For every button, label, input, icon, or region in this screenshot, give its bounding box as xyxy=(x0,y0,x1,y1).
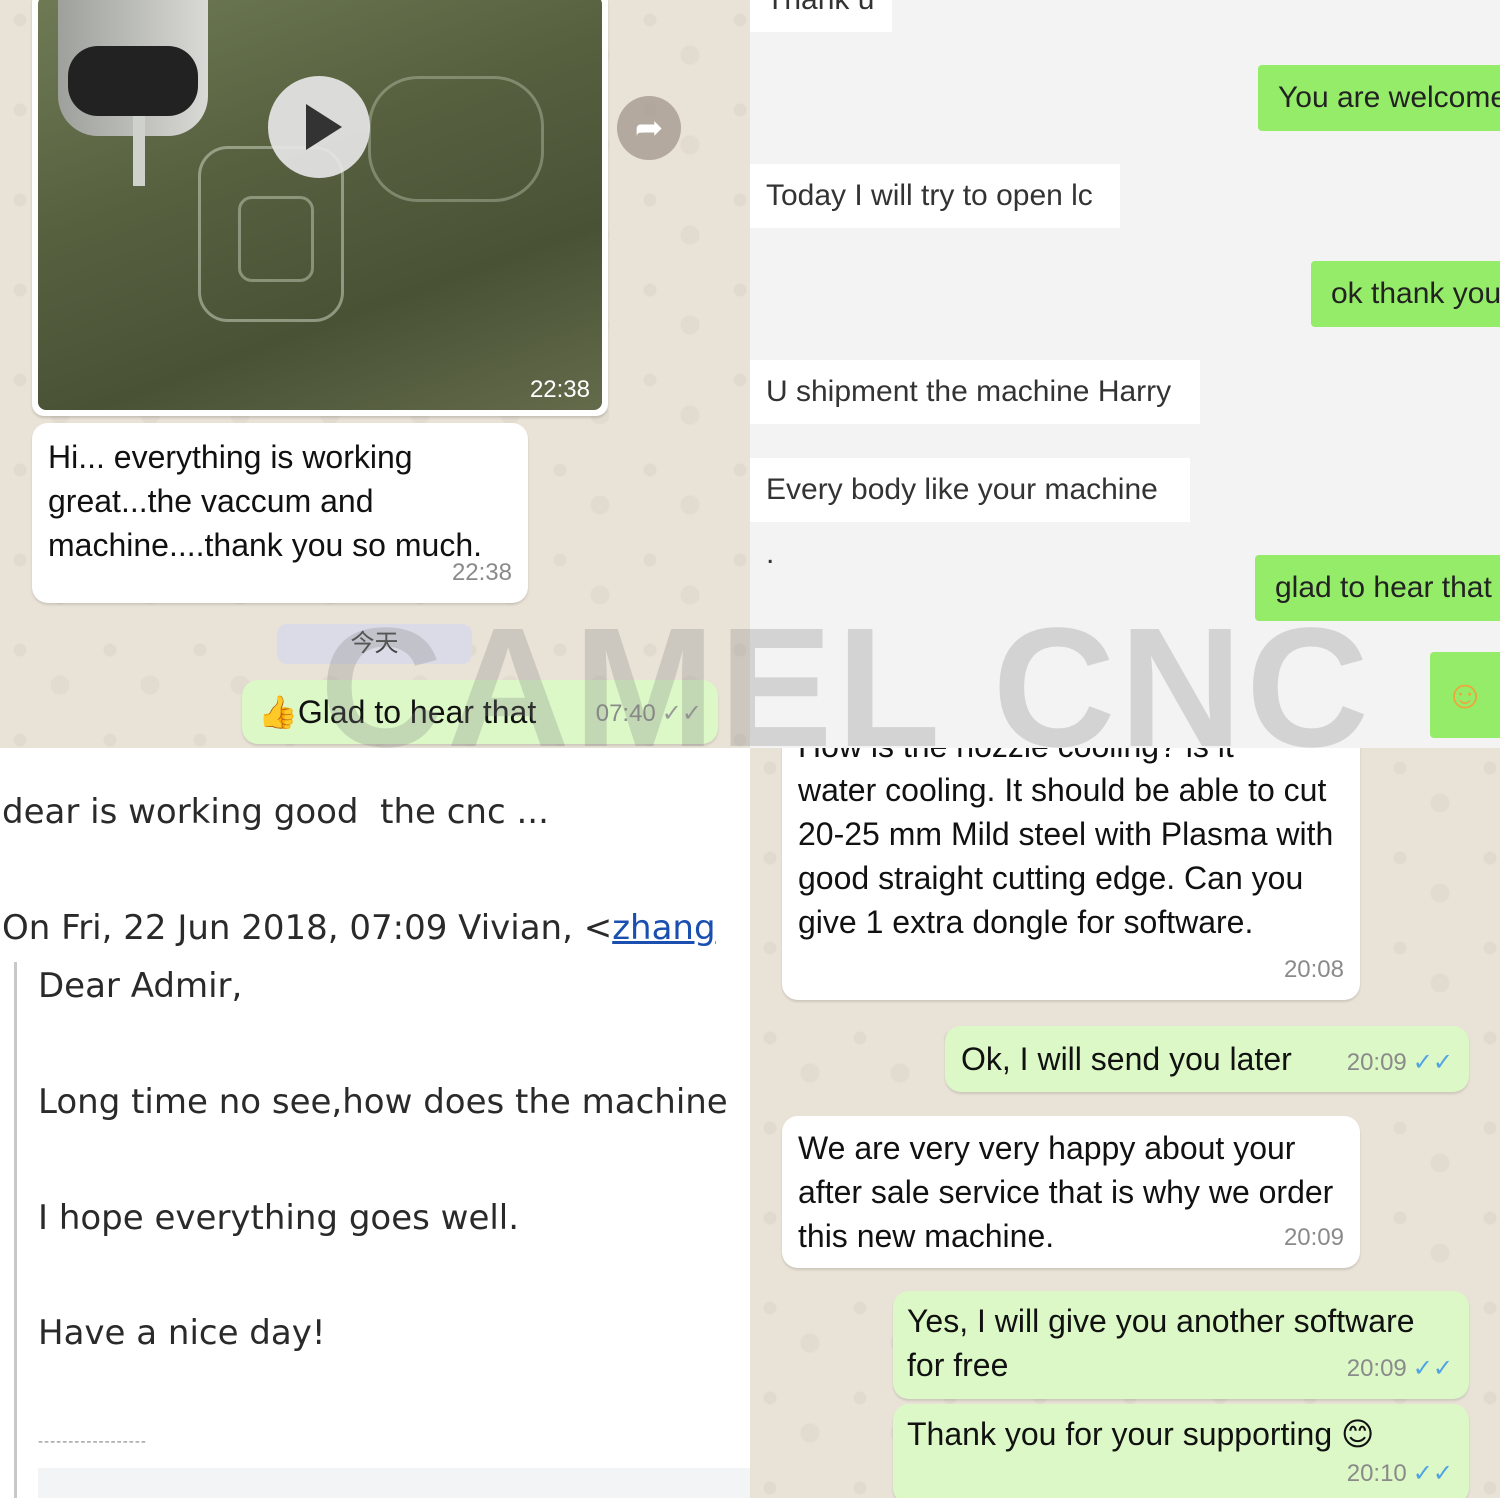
signature-block xyxy=(38,1468,750,1498)
incoming-message: Hi... everything is working great...the … xyxy=(32,423,528,603)
quote-line: Have a nice day! xyxy=(38,1313,326,1353)
outgoing-message: Thank you for your supporting 😊 20:10 ✓✓ xyxy=(893,1404,1469,1498)
play-button[interactable] xyxy=(268,76,370,178)
message-time: 20:08 xyxy=(1283,956,1344,983)
message-text: glad to hear that xyxy=(1275,571,1492,604)
thumbs-up-icon: 👍 xyxy=(258,694,298,730)
reply-line: dear is working good the cnc ... xyxy=(2,792,549,832)
chat-panel-top-right: Thank u You are welcome Today I will try… xyxy=(750,0,1500,748)
outgoing-message: ok thank you xyxy=(1311,261,1500,327)
forward-button[interactable]: ➦ xyxy=(617,96,681,160)
play-icon xyxy=(306,104,342,150)
message-text: You are welcome xyxy=(1278,81,1500,114)
message-text: U shipment the machine Harry xyxy=(766,375,1172,408)
message-time: 20:09 xyxy=(1346,1355,1407,1382)
message-status: 20:10 ✓✓ xyxy=(1347,1452,1453,1496)
incoming-message: Today I will try to open lc xyxy=(750,164,1120,228)
outgoing-message: glad to hear that xyxy=(1255,555,1500,621)
video-message[interactable]: 22:38 xyxy=(32,0,608,416)
message-time: 20:10 xyxy=(1346,1460,1407,1487)
message-time: 20:09 xyxy=(1283,1224,1344,1251)
incoming-message: How is the nozzle cooling? is it water c… xyxy=(782,748,1360,1000)
message-text: Hi... everything is working great...the … xyxy=(48,439,482,563)
date-label: 今天 xyxy=(350,630,399,657)
quote-bar xyxy=(14,962,17,1498)
message-text: We are very very happy about your after … xyxy=(798,1130,1334,1254)
email-panel: dear is working good the cnc ... On Fri,… xyxy=(0,748,750,1498)
message-text: Glad to hear that xyxy=(297,694,537,730)
smiling-face-icon: 😊 xyxy=(1341,1416,1375,1452)
message-time: 20:09 xyxy=(1346,1049,1407,1076)
partial-message: Thank u xyxy=(750,0,892,32)
message-body: water cooling. It should be able to cut … xyxy=(798,772,1334,940)
incoming-message: U shipment the machine Harry xyxy=(750,360,1200,424)
double-check-icon: ✓✓ xyxy=(661,700,702,727)
incoming-message: We are very very happy about your after … xyxy=(782,1116,1360,1268)
forward-icon: ➦ xyxy=(634,109,664,147)
signature-separator: ------------------ xyxy=(38,1434,147,1450)
message-text: Yes, I will give you another software fo… xyxy=(907,1303,1415,1383)
smiling-face-icon: ☺ xyxy=(1444,673,1486,717)
message-text: Ok, I will send you later xyxy=(961,1041,1292,1077)
outgoing-emoji-message: ☺ xyxy=(1430,652,1500,738)
chat-panel-top-left: 22:38 ➦ Hi... everything is working grea… xyxy=(0,0,750,748)
quote-greeting: Dear Admir, xyxy=(38,966,243,1006)
message-status: 20:09 ✓✓ xyxy=(1347,1042,1453,1084)
quote-header: On Fri, 22 Jun 2018, 07:09 Vivian, <zhan… xyxy=(2,908,716,948)
outgoing-message: Ok, I will send you later 20:09 ✓✓ xyxy=(945,1026,1469,1092)
double-check-icon: ✓✓ xyxy=(1412,1460,1453,1487)
video-duration: 22:38 xyxy=(529,376,590,403)
incoming-message: Every body like your machine . xyxy=(750,458,1190,570)
outgoing-message: 👍Glad to hear that 07:40 ✓✓ xyxy=(242,680,718,744)
message-time: 07:40 xyxy=(595,700,656,727)
double-check-icon: ✓✓ xyxy=(1412,1049,1453,1076)
message-text: Thank u xyxy=(766,0,874,16)
chat-panel-bottom-right: How is the nozzle cooling? is it water c… xyxy=(750,748,1500,1498)
message-text: Every body like your machine . xyxy=(766,473,1158,570)
message-text: Today I will try to open lc xyxy=(766,179,1093,212)
partial-text: How is the nozzle cooling? is it xyxy=(798,748,1234,764)
message-status: 20:09 ✓✓ xyxy=(1347,1347,1453,1391)
quote-header-text: On Fri, 22 Jun 2018, 07:09 Vivian, < xyxy=(2,908,613,948)
message-text: ok thank you xyxy=(1331,277,1500,310)
sender-email-link[interactable]: zhang xyxy=(612,908,715,948)
outgoing-message: You are welcome xyxy=(1258,65,1500,131)
double-check-icon: ✓✓ xyxy=(1412,1355,1453,1382)
quote-line: I hope everything goes well. xyxy=(38,1198,520,1238)
message-status: 07:40 ✓✓ xyxy=(596,690,702,738)
message-text: How is the nozzle cooling? is it water c… xyxy=(798,748,1344,944)
message-text: Thank you for your supporting xyxy=(907,1416,1333,1452)
date-chip: 今天 xyxy=(277,624,472,664)
video-thumbnail: 22:38 xyxy=(38,0,602,410)
outgoing-message: Yes, I will give you another software fo… xyxy=(893,1291,1469,1399)
quote-line: Long time no see,how does the machine xyxy=(38,1082,728,1122)
message-time: 22:38 xyxy=(451,559,512,586)
